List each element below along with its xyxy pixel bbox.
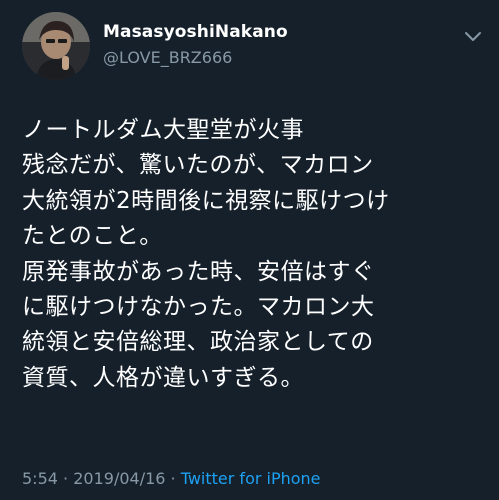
tweet-text-line: 残念だが、驚いたのが、マカロン — [22, 152, 374, 179]
tweet-text-line: 資質、人格が違いすぎる。 — [22, 364, 304, 391]
tweet-text-line: ノートルダム大聖堂が火事 — [22, 117, 304, 143]
avatar[interactable] — [22, 12, 90, 80]
tweet-card: MasasyoshiNakano @LOVE_BRZ666 ノートルダム大聖堂が… — [0, 0, 499, 500]
tweet-time: 5:54 — [22, 469, 58, 488]
meta-separator: · — [170, 469, 176, 488]
chevron-down-icon[interactable] — [464, 30, 482, 44]
tweet-text-line: たとのこと。 — [22, 223, 163, 250]
tweet-text-line: 大統領が2時間後に視察に駆けつけ — [22, 187, 390, 214]
display-name[interactable]: MasasyoshiNakano — [103, 22, 288, 42]
tweet-text-line: に駆けつけなかった。マカロン大 — [22, 294, 375, 321]
tweet-date: 2019/04/16 — [73, 469, 166, 488]
avatar-photo — [22, 12, 90, 80]
tweet-text-line: 原発事故があった時、安倍はすぐ — [22, 258, 375, 285]
tweet-text: ノートルダム大聖堂が火事 残念だが、驚いたのが、マカロン 大統領が2時間後に視察… — [22, 113, 492, 396]
meta-separator: · — [63, 469, 69, 488]
user-handle[interactable]: @LOVE_BRZ666 — [103, 48, 232, 67]
tweet-meta: 5:54 · 2019/04/16 · Twitter for iPhone — [22, 469, 321, 488]
tweet-text-line: 統領と安倍総理、政治家としての — [22, 329, 374, 356]
tweet-source-link[interactable]: Twitter for iPhone — [181, 469, 321, 488]
